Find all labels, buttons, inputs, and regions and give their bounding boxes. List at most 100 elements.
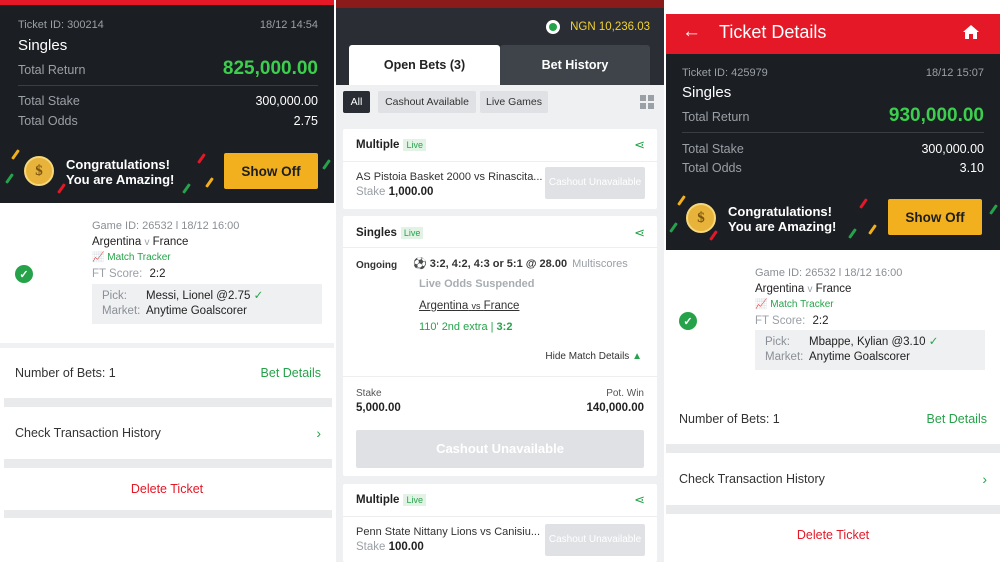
match-away: France [483, 300, 520, 312]
grid-icon[interactable] [640, 95, 654, 109]
number-of-bets: Number of Bets: 1 [15, 366, 116, 380]
chart-line-icon: 📈 [755, 299, 768, 310]
total-odds-label: Total Odds [18, 114, 78, 128]
soccer-ball-icon: ⚽ [413, 258, 427, 270]
share-icon[interactable]: ⋖ [634, 137, 645, 153]
ft-score: FT Score: 2:2 [755, 315, 828, 327]
pot-win-value: 140,000.00 [586, 402, 644, 414]
tab-bet-history[interactable]: Bet History [500, 45, 650, 85]
open-bets-panel: NGN 10,236.03 Open Bets (3) Bet History … [336, 0, 664, 562]
ticket-datetime: 18/12 15:07 [925, 67, 984, 79]
pick-label: Pick: [102, 290, 127, 302]
match-teams: Argentina v France [755, 283, 851, 295]
caret-up-icon: ▲ [632, 351, 642, 362]
market-label: Market: [765, 351, 804, 363]
promo-banner: $ Congratulations! You are Amazing! Show… [666, 190, 1000, 250]
promo-line-2: You are Amazing! [66, 172, 175, 187]
card-title: Multiple [356, 139, 400, 151]
promo-line-2: You are Amazing! [728, 219, 837, 234]
ticket-summary: Ticket ID: 425979 18/12 15:07 Singles To… [666, 54, 1000, 190]
ticket-id: Ticket ID: 425979 [682, 67, 768, 79]
ft-score: FT Score: 2:2 [92, 268, 165, 280]
total-odds-label: Total Odds [682, 161, 742, 175]
home-icon[interactable] [962, 24, 980, 40]
filter-live-games[interactable]: Live Games [480, 91, 548, 113]
show-off-button[interactable]: Show Off [224, 153, 318, 189]
check-circle-icon: ✓ [679, 312, 697, 330]
stake-label: Stake [356, 186, 386, 198]
total-odds-value: 3.10 [959, 161, 984, 175]
share-icon[interactable]: ⋖ [634, 225, 645, 241]
filter-bar: All Cashout Available Live Games [336, 85, 664, 121]
delete-ticket-button[interactable]: Delete Ticket [666, 514, 1000, 556]
live-badge: Live [400, 227, 424, 239]
promo-line-1: Congratulations! [66, 157, 170, 172]
stake-label: Stake [356, 541, 386, 553]
ft-score-label: FT Score: [92, 268, 143, 280]
match-tracker-link[interactable]: 📈 Match Tracker [755, 299, 834, 310]
ticket-details-header: ← Ticket Details [666, 14, 1000, 54]
cashout-button[interactable]: Cashout Unavailable [356, 430, 644, 468]
card-title: Singles [356, 227, 397, 239]
game-id: Game ID: 26532 l 18/12 16:00 [755, 267, 903, 279]
left-ticket-panel: Ticket ID: 300214 18/12 14:54 Singles To… [0, 0, 334, 562]
cashout-button[interactable]: Cashout Unavailable [545, 167, 645, 199]
back-arrow-icon[interactable]: ← [682, 21, 701, 43]
vs-label: v [144, 237, 150, 248]
stake-value: 100.00 [388, 541, 424, 553]
total-odds-value: 2.75 [293, 114, 318, 128]
chevron-right-icon: › [316, 425, 321, 441]
team-away: France [152, 236, 189, 248]
card-match: Penn State Nittany Lions vs Canisiu... [356, 526, 541, 538]
bets-header: NGN 10,236.03 Open Bets (3) Bet History [336, 8, 664, 85]
promo-line-1: Congratulations! [728, 204, 832, 219]
total-stake-label: Total Stake [18, 94, 80, 108]
stake-value: 5,000.00 [356, 402, 401, 414]
ticket-datetime: 18/12 14:54 [259, 19, 318, 31]
ticket-type: Singles [18, 37, 68, 54]
chevron-right-icon: › [982, 471, 987, 487]
bet-status: Ongoing [356, 260, 398, 271]
match-tracker-label: Match Tracker [107, 252, 171, 263]
check-circle-icon: ✓ [15, 265, 33, 283]
live-badge: Live [403, 494, 426, 506]
bet-card-multiple-2[interactable]: Multiple Live ⋖ Penn State Nittany Lions … [343, 484, 657, 562]
divider [18, 85, 318, 86]
total-stake-label: Total Stake [682, 142, 744, 156]
page-title: Ticket Details [719, 22, 827, 42]
bet-card-multiple-1[interactable]: Multiple Live ⋖ AS Pistoia Basket 2000 vs… [343, 129, 657, 209]
check-history-row[interactable]: Check Transaction History › [666, 453, 1000, 505]
number-of-bets-row: Number of Bets: 1 Bet Details [0, 348, 334, 398]
total-stake-value: 300,000.00 [921, 142, 984, 156]
stake-label: Stake [356, 388, 382, 399]
match-teams: Argentina v France [92, 236, 188, 248]
ft-score-label: FT Score: [755, 315, 806, 327]
check-icon: ✓ [253, 290, 264, 302]
filter-all[interactable]: All [343, 91, 370, 113]
game-details: ✓ Game ID: 26532 l 18/12 16:00 Argentina… [0, 203, 334, 343]
promo-banner: $ Congratulations! You are Amazing! Show… [0, 143, 334, 203]
ft-score-value: 2:2 [812, 315, 829, 327]
check-history-row[interactable]: Check Transaction History › [0, 407, 334, 459]
delete-ticket-button[interactable]: Delete Ticket [0, 468, 334, 510]
card-match: AS Pistoia Basket 2000 vs Rinascita... [356, 171, 543, 183]
total-stake-value: 300,000.00 [255, 94, 318, 108]
ticket-type: Singles [682, 84, 732, 101]
check-icon: ✓ [928, 336, 939, 348]
cashout-button[interactable]: Cashout Unavailable [545, 524, 645, 556]
show-off-button[interactable]: Show Off [888, 199, 982, 235]
tab-open-bets[interactable]: Open Bets (3) [349, 45, 500, 85]
coin-icon: $ [24, 156, 54, 186]
share-icon[interactable]: ⋖ [634, 492, 645, 508]
bet-card-singles[interactable]: Singles Live ⋖ Ongoing ⚽ 3:2, 4:2, 4:3 or… [343, 216, 657, 476]
team-home: Argentina [92, 236, 142, 248]
chart-line-icon: 📈 [92, 252, 105, 263]
match-link[interactable]: Argentina vs France [419, 300, 519, 312]
hide-match-details[interactable]: Hide Match Details ▲ [545, 351, 642, 362]
bet-details-link[interactable]: Bet Details [261, 366, 321, 380]
match-tracker-link[interactable]: 📈 Match Tracker [92, 252, 171, 263]
bet-details-link[interactable]: Bet Details [927, 412, 987, 426]
filter-cashout-available[interactable]: Cashout Available [378, 91, 476, 113]
account-balance: NGN 10,236.03 [570, 21, 650, 33]
pick-box: Pick: Mbappe, Kylian @3.10 ✓ Market: Anyti… [755, 330, 985, 370]
